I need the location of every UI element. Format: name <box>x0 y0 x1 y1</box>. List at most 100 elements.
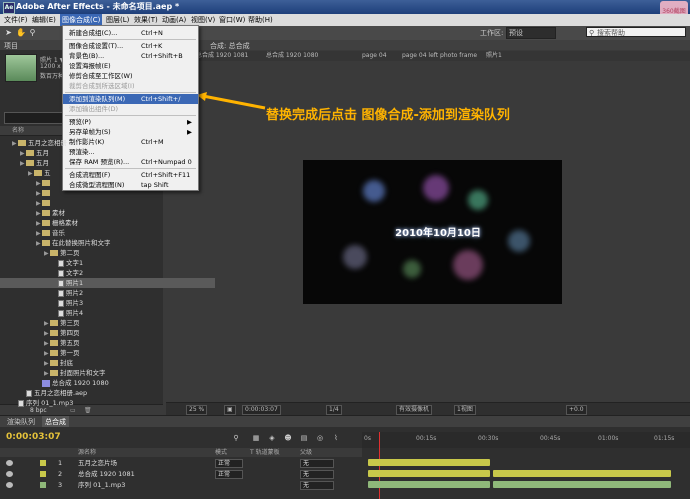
project-item-0[interactable]: ▶ 五月之恋相册 <box>0 138 175 148</box>
menu-help[interactable]: 帮助(H) <box>246 14 275 26</box>
menu-item-2[interactable]: 图像合成设置(T)... Ctrl+K <box>63 41 198 51</box>
exposure-value[interactable]: +0.0 <box>566 405 587 415</box>
hand-tool-icon[interactable]: ✋ <box>16 28 26 37</box>
project-item-12[interactable]: 文字1 <box>0 258 215 268</box>
breadcrumb-item[interactable]: 总合成 1920 1080 <box>266 51 318 61</box>
project-item-20[interactable]: ▶ 第五页 <box>0 338 207 348</box>
layer-color-label[interactable] <box>40 471 46 477</box>
layer-duration-bar[interactable] <box>493 470 671 477</box>
layer-duration-bar[interactable] <box>368 470 490 477</box>
menu-item-0[interactable]: 新建合成组(C)... Ctrl+N <box>63 28 198 38</box>
breadcrumb-item[interactable]: page 04 <box>362 51 387 61</box>
search-help-input[interactable]: ⚲ 搜索帮助 <box>586 27 686 37</box>
visibility-eye-icon[interactable] <box>6 460 13 466</box>
project-item-13[interactable]: 文字2 <box>0 268 215 278</box>
layer-color-label[interactable] <box>40 482 46 488</box>
project-item-17[interactable]: 照片4 <box>0 308 215 318</box>
composition-breadcrumbs: 总合成 1920 1081 总合成 1920 1080 page 04 page… <box>166 51 690 61</box>
layer-duration-bar[interactable] <box>368 459 490 466</box>
menu-item-3[interactable]: 背景色(B)... Ctrl+Shift+B <box>63 51 198 61</box>
menu-item-4[interactable]: 设置海报帧(E) <box>63 61 198 71</box>
column-mode[interactable]: 模式 <box>215 448 227 457</box>
camera-icon[interactable]: ▣ <box>224 405 236 415</box>
project-item-7[interactable]: ▶ 素材 <box>0 208 199 218</box>
project-item-3[interactable]: ▶ 五 <box>0 168 191 178</box>
layer-name[interactable]: 序列 01_1.mp3 <box>78 480 125 490</box>
time-ruler[interactable]: 0s 00:15s 00:30s 00:45s 01:00s 01:15s <box>362 432 690 448</box>
project-item-6[interactable]: ▶ <box>0 198 199 208</box>
parent-select[interactable]: 无 <box>300 459 334 468</box>
breadcrumb-item[interactable]: 照片1 <box>486 51 502 61</box>
tab-composition[interactable]: 合成: 总合成 <box>210 41 250 51</box>
visibility-eye-icon[interactable] <box>6 482 13 488</box>
draft-3d-icon[interactable]: ◈ <box>268 434 276 442</box>
layer-name[interactable]: 总合成 1920 1081 <box>78 469 135 479</box>
menu-edit[interactable]: 编辑(E) <box>30 14 58 26</box>
layer-color-label[interactable] <box>40 460 46 466</box>
project-item-26[interactable]: 序列 01_1.mp3 <box>0 398 175 408</box>
project-item-1[interactable]: ▶ 五月 <box>0 148 183 158</box>
layer-duration-bar[interactable] <box>493 481 671 488</box>
workspace-select[interactable]: 预设 <box>506 27 556 39</box>
search-icon[interactable]: ⚲ <box>232 434 240 442</box>
project-item-2[interactable]: ▶ 五月 <box>0 158 183 168</box>
blend-mode-select[interactable]: 正常 <box>215 470 243 479</box>
menu-file[interactable]: 文件(F) <box>2 14 30 26</box>
timeline-layer-row[interactable]: 2 总合成 1920 1081 正常 无 <box>0 469 362 479</box>
blend-mode-select[interactable]: 正常 <box>215 459 243 468</box>
visibility-eye-icon[interactable] <box>6 471 13 477</box>
project-item-14[interactable]: 照片1 <box>0 278 215 288</box>
breadcrumb-item[interactable]: 总合成 1920 1081 <box>196 51 248 61</box>
layer-duration-bar[interactable] <box>368 481 490 488</box>
resolution-select[interactable]: 1/4 <box>326 405 342 415</box>
breadcrumb-item[interactable]: page 04 left photo frame <box>402 51 477 61</box>
project-item-25[interactable]: 五月之恋相册.aep <box>0 388 183 398</box>
project-item-9[interactable]: ▶ 音乐 <box>0 228 199 238</box>
project-item-16[interactable]: 照片3 <box>0 298 215 308</box>
column-parent[interactable]: 父级 <box>300 448 312 457</box>
layer-name[interactable]: 五月之恋片场 <box>78 458 117 468</box>
project-item-15[interactable]: 照片2 <box>0 288 215 298</box>
project-item-24[interactable]: 总合成 1920 1080 <box>0 378 199 388</box>
comp-flowchart-icon[interactable]: ▦ <box>252 434 260 442</box>
timeline-layer-row[interactable]: 3 序列 01_1.mp3 无 <box>0 480 362 490</box>
menu-item-5[interactable]: 修剪合成至工作区(W) <box>63 71 198 81</box>
composition-canvas[interactable]: 2010年10月10日 <box>303 160 562 304</box>
project-item-18[interactable]: ▶ 第三页 <box>0 318 207 328</box>
project-item-10[interactable]: ▶ 在此替换照片和文字 <box>0 238 199 248</box>
active-camera-select[interactable]: 有效摄像机 <box>396 405 433 415</box>
parent-select[interactable]: 无 <box>300 470 334 479</box>
timeline-timecode[interactable]: 0:00:03:07 <box>6 432 61 442</box>
timeline-layer-row[interactable]: 1 五月之恋片场 正常 无 <box>0 458 362 468</box>
column-source-name[interactable]: 源名称 <box>78 448 96 457</box>
project-item-21[interactable]: ▶ 第一页 <box>0 348 207 358</box>
project-item-label: 音乐 <box>52 229 65 237</box>
menu-item-12[interactable]: 另存单帧为(S) ▶ <box>63 127 198 137</box>
current-time-display[interactable]: 0:00:03:07 <box>242 405 281 415</box>
tab-project[interactable]: 项目 <box>4 41 18 51</box>
zoom-tool-icon[interactable]: ⚲ <box>28 28 37 37</box>
menu-item-label: 添加到渲染队列(M) <box>69 95 126 103</box>
zoom-select[interactable]: 25 % <box>186 405 208 415</box>
view-layout-select[interactable]: 1视图 <box>454 405 476 415</box>
project-item-22[interactable]: ▶ 封底 <box>0 358 207 368</box>
selection-tool-icon[interactable]: ➤ <box>4 28 13 37</box>
shy-layers-icon[interactable]: ☻ <box>284 434 292 442</box>
ruler-tick: 01:00s <box>598 435 619 442</box>
graph-editor-icon[interactable]: ⌇ <box>332 434 340 442</box>
menu-item-8[interactable]: 添加到渲染队列(M) Ctrl+Shift+/ <box>63 94 198 104</box>
project-item-4[interactable]: ▶ <box>0 178 199 188</box>
column-track-matte[interactable]: T 轨道蒙板 <box>250 448 280 457</box>
project-item-19[interactable]: ▶ 第四页 <box>0 328 207 338</box>
motion-blur-icon[interactable]: ◎ <box>316 434 324 442</box>
project-item-23[interactable]: ▶ 封面照片和文字 <box>0 368 207 378</box>
parent-select[interactable]: 无 <box>300 481 334 490</box>
frame-blending-icon[interactable]: ▤ <box>300 434 308 442</box>
project-item-11[interactable]: ▶ 第二页 <box>0 248 207 258</box>
project-item-5[interactable]: ▶ <box>0 188 199 198</box>
folder-icon <box>50 370 58 376</box>
menu-window[interactable]: 窗口(W) <box>217 14 247 26</box>
column-name-header[interactable]: 名称 <box>12 126 24 135</box>
project-item-8[interactable]: ▶ 栅格素材 <box>0 218 199 228</box>
menu-item-11[interactable]: 预览(P) ▶ <box>63 117 198 127</box>
